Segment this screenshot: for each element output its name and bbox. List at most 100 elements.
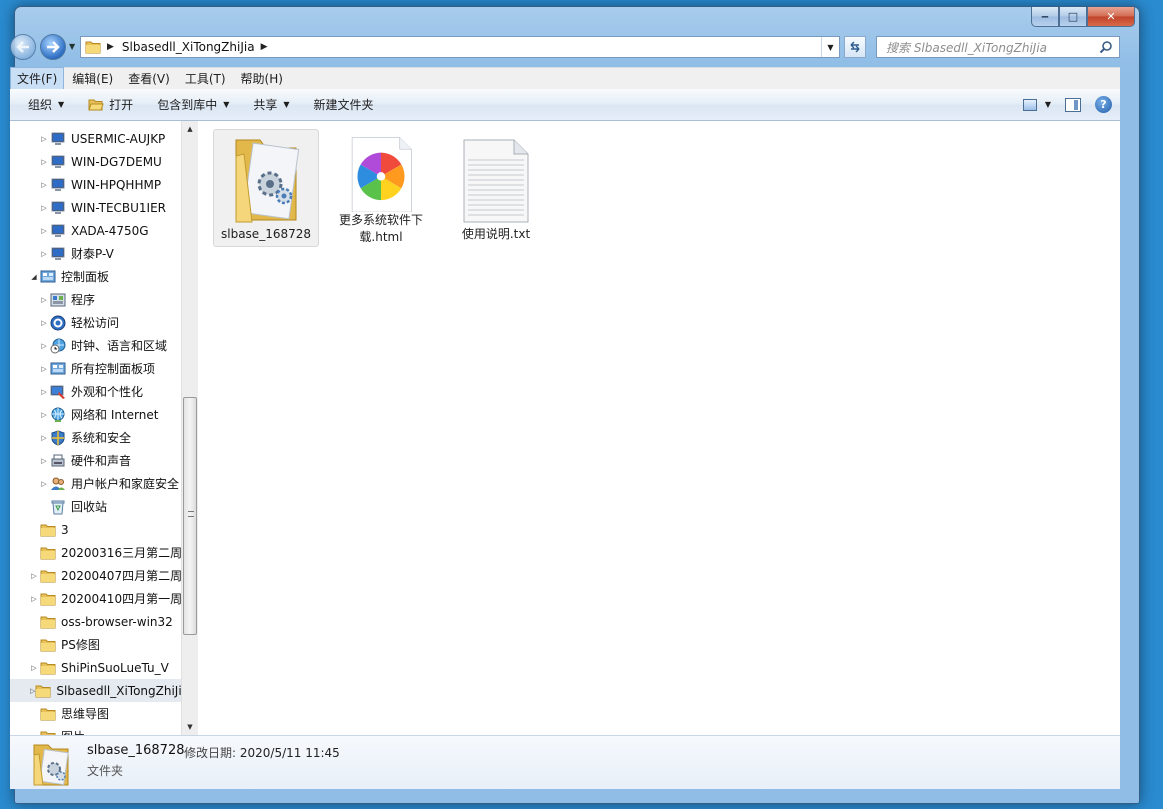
maximize-button[interactable]: □ — [1059, 7, 1087, 27]
expand-icon[interactable]: ▷ — [38, 227, 50, 235]
view-icon — [1022, 98, 1037, 111]
file-item[interactable]: 使用说明.txt — [443, 129, 549, 247]
scroll-up-icon[interactable]: ▲ — [182, 121, 198, 137]
text-file-icon — [463, 139, 529, 223]
expand-icon[interactable]: ▷ — [38, 204, 50, 212]
search-icon[interactable] — [1099, 40, 1113, 54]
include-in-library-button[interactable]: 包含到库中 ▼ — [148, 89, 238, 120]
organize-button[interactable]: 组织 ▼ — [19, 89, 73, 120]
breadcrumb-separator-icon[interactable]: ▶ — [261, 42, 268, 52]
address-dropdown-icon[interactable]: ▼ — [821, 37, 839, 57]
appearance-icon — [50, 385, 65, 399]
preview-pane-icon[interactable] — [1065, 97, 1081, 112]
folder-icon — [40, 524, 56, 536]
expand-icon[interactable]: ▷ — [38, 158, 50, 166]
search-input[interactable]: 搜索 Slbasedll_XiTongZhiJia — [876, 36, 1120, 58]
menu-bar: 文件(F) 编辑(E) 查看(V) 工具(T) 帮助(H) — [10, 67, 1120, 90]
computer-icon — [51, 224, 65, 237]
collapse-icon[interactable]: ◢ — [28, 273, 40, 281]
details-modified-label: 修改日期: — [184, 746, 237, 760]
breadcrumb-separator-icon[interactable]: ▶ — [107, 42, 114, 52]
navigation-scrollbar[interactable]: ▲ ▼ — [181, 121, 198, 735]
tree-item-system-security[interactable]: ▷ 系统和安全 — [38, 426, 131, 449]
tree-item-folder[interactable]: oss-browser-win32 — [28, 610, 173, 633]
expand-icon[interactable]: ▷ — [38, 250, 50, 258]
tree-item-folder[interactable]: ▷ 20200407四月第二周 — [28, 564, 181, 587]
open-button[interactable]: 打开 — [79, 89, 142, 120]
expand-icon[interactable]: ▷ — [38, 342, 50, 350]
file-item[interactable]: slbase_168728 — [213, 129, 319, 247]
tree-item-programs[interactable]: ▷ 程序 — [38, 288, 95, 311]
tree-item-folder[interactable]: 思维导图 — [28, 702, 109, 725]
expand-icon[interactable]: ▷ — [38, 388, 50, 396]
expand-icon[interactable]: ▷ — [38, 480, 50, 488]
close-button[interactable]: ✕ — [1087, 7, 1135, 27]
tree-item-folder-selected[interactable]: ▷ Slbasedll_XiTongZhiJia — [10, 679, 181, 702]
menu-tools[interactable]: 工具(T) — [178, 67, 233, 90]
tree-item-label: Slbasedll_XiTongZhiJia — [56, 683, 181, 698]
expand-icon[interactable]: ▷ — [28, 664, 40, 672]
share-button[interactable]: 共享 ▼ — [244, 89, 298, 120]
tree-item-folder[interactable]: 图片 — [28, 725, 85, 735]
menu-help[interactable]: 帮助(H) — [234, 67, 290, 90]
tree-item-folder[interactable]: 20200316三月第二周 — [28, 541, 181, 564]
tree-item-control-panel[interactable]: ◢ 控制面板 — [28, 265, 109, 288]
menu-edit[interactable]: 编辑(E) — [65, 67, 120, 90]
tree-item-folder[interactable]: ▷ 20200410四月第一周 — [28, 587, 181, 610]
chevron-down-icon: ▼ — [1044, 100, 1051, 109]
breadcrumb-current[interactable]: Slbasedll_XiTongZhiJia — [122, 40, 255, 54]
change-view-button[interactable]: ▼ — [1022, 98, 1051, 111]
toolbar-right: ▼ ? — [1022, 96, 1112, 113]
expand-icon[interactable]: ▷ — [38, 296, 50, 304]
tree-item-computer[interactable]: ▷ WIN-TECBU1IER — [38, 196, 166, 219]
tree-item-clock-language[interactable]: ▷ 时钟、语言和区域 — [38, 334, 167, 357]
expand-icon[interactable]: ▷ — [38, 457, 50, 465]
expand-icon[interactable]: ▷ — [38, 319, 50, 327]
expand-icon[interactable]: ▷ — [28, 572, 40, 580]
help-icon[interactable]: ? — [1095, 96, 1112, 113]
ease-of-access-icon — [50, 315, 66, 330]
details-pane: slbase_168728 修改日期: 2020/5/11 11:45 文件夹 — [10, 735, 1120, 789]
tree-item-recycle-bin[interactable]: 回收站 — [38, 495, 107, 518]
refresh-icon — [850, 41, 860, 53]
tree-item-user-accounts[interactable]: ▷ 用户帐户和家庭安全 — [38, 472, 179, 495]
tree-item-computer[interactable]: ▷ WIN-DG7DEMU — [38, 150, 162, 173]
menu-file[interactable]: 文件(F) — [10, 67, 65, 90]
forward-button[interactable] — [40, 34, 66, 60]
tree-item-folder[interactable]: ▷ ShiPinSuoLueTu_V — [28, 656, 169, 679]
tree-item-label: PS修图 — [61, 638, 100, 652]
expand-icon[interactable]: ▷ — [38, 434, 50, 442]
address-bar[interactable]: ▶ Slbasedll_XiTongZhiJia ▶ ▼ — [80, 36, 840, 58]
tree-item-label: XADA-4750G — [71, 223, 149, 238]
expand-icon[interactable]: ▷ — [38, 411, 50, 419]
details-modified: 修改日期: 2020/5/11 11:45 — [184, 744, 340, 761]
tree-item-computer[interactable]: ▷ 财泰P-V — [38, 242, 114, 265]
search-placeholder: 搜索 Slbasedll_XiTongZhiJia — [886, 40, 1048, 55]
tree-item-appearance[interactable]: ▷ 外观和个性化 — [38, 380, 143, 403]
tree-item-folder[interactable]: PS修图 — [28, 633, 100, 656]
scroll-down-icon[interactable]: ▼ — [182, 719, 198, 735]
expand-icon[interactable]: ▷ — [38, 135, 50, 143]
expand-icon[interactable]: ▷ — [38, 181, 50, 189]
tree-item-folder[interactable]: 3 — [28, 518, 69, 541]
file-item[interactable]: 更多系统软件下载.html — [328, 129, 434, 247]
minimize-button[interactable]: ‒ — [1031, 7, 1059, 27]
file-name: 更多系统软件下载.html — [338, 213, 423, 244]
back-button[interactable] — [10, 34, 36, 60]
tree-item-label: 时钟、语言和区域 — [71, 339, 168, 353]
expand-icon[interactable]: ▷ — [28, 595, 40, 603]
tree-item-label: 20200316三月第二周 — [61, 546, 181, 560]
tree-item-network[interactable]: ▷ 网络和 Internet — [38, 403, 158, 426]
new-folder-button[interactable]: 新建文件夹 — [305, 89, 383, 120]
scrollbar-thumb[interactable] — [183, 397, 197, 635]
tree-item-ease-of-access[interactable]: ▷ 轻松访问 — [38, 311, 119, 334]
tree-item-computer[interactable]: ▷ XADA-4750G — [38, 219, 149, 242]
tree-item-computer[interactable]: ▷ USERMIC-AUJKP — [38, 127, 165, 150]
expand-icon[interactable]: ▷ — [38, 365, 50, 373]
refresh-button[interactable] — [844, 36, 866, 58]
tree-item-hardware-sound[interactable]: ▷ 硬件和声音 — [38, 449, 131, 472]
tree-item-all-control-panel[interactable]: ▷ 所有控制面板项 — [38, 357, 155, 380]
recent-pages-dropdown[interactable]: ▼ — [69, 42, 75, 51]
menu-view[interactable]: 查看(V) — [121, 67, 177, 90]
tree-item-computer[interactable]: ▷ WIN-HPQHHMP — [38, 173, 161, 196]
